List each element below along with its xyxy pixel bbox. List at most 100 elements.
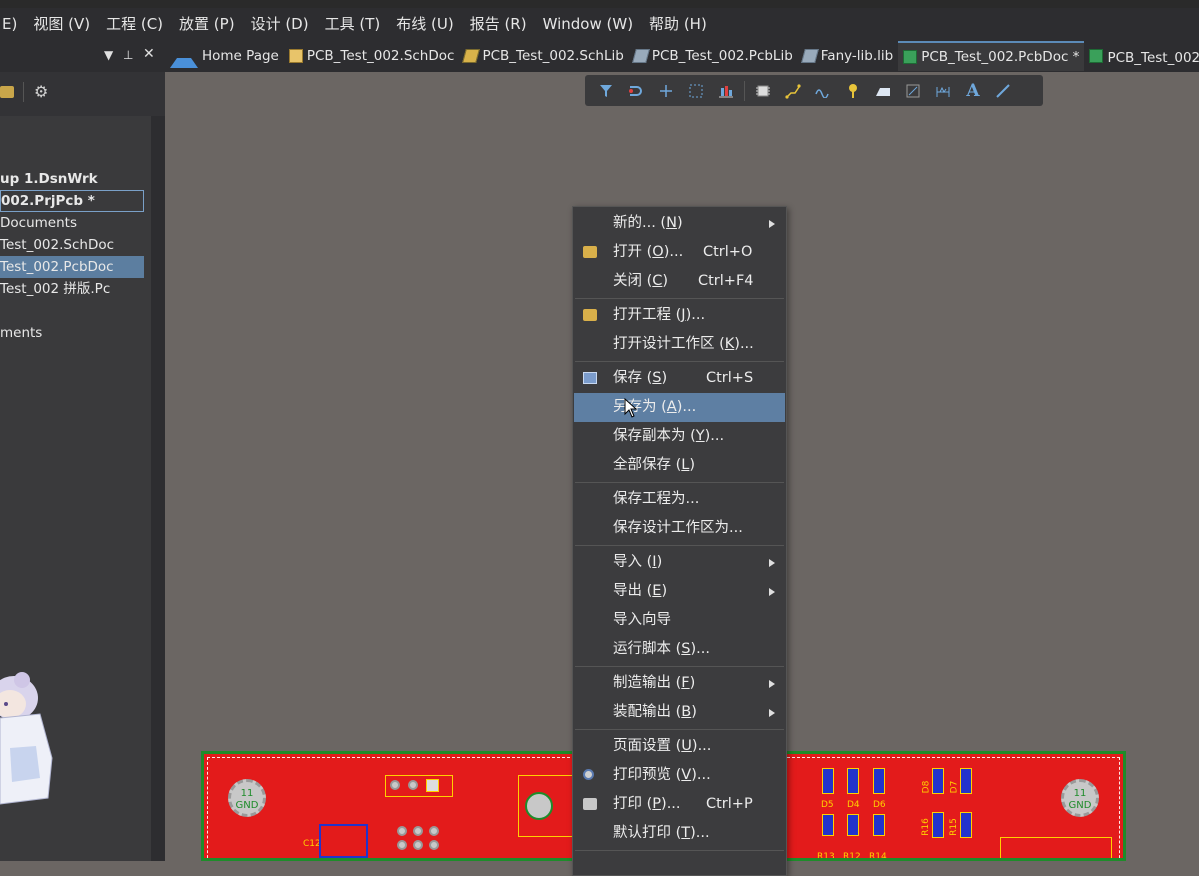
menu-item-save-project-as[interactable]: 保存工程为... bbox=[574, 485, 785, 514]
label-r12: R12 bbox=[843, 852, 861, 861]
tab-label: Fany-lib.lib bbox=[820, 48, 894, 64]
panel-scrollbar[interactable] bbox=[151, 116, 165, 861]
menu-item-default-print[interactable]: 默认打印 (T)... bbox=[574, 819, 785, 848]
menu-item-open[interactable]: 打开 (O)... Ctrl+O bbox=[574, 238, 785, 267]
menu-item-save-copy-as[interactable]: 保存副本为 (Y)... bbox=[574, 422, 785, 451]
menu-separator bbox=[575, 361, 784, 362]
tab-schlib[interactable]: PCB_Test_002.SchLib bbox=[459, 41, 628, 71]
menu-item-open-project[interactable]: 打开工程 (J)... bbox=[574, 301, 785, 330]
tab-home-page[interactable]: Home Page bbox=[165, 41, 284, 71]
tree-panel-pcbdoc[interactable]: Test_002 拼版.Pc bbox=[0, 278, 144, 300]
menu-item-assembly-outputs[interactable]: 装配输出 (B) bbox=[574, 698, 785, 727]
d4-pad bbox=[847, 768, 859, 794]
label-r13: R13 bbox=[817, 852, 835, 861]
tab-label: PCB_Test_002 拼版.PcbDoc bbox=[1107, 50, 1199, 66]
tab-label: PCB_Test_002.SchDoc bbox=[306, 48, 455, 64]
menu-item-save-as[interactable]: 另存为 (A)... bbox=[574, 393, 785, 422]
menu-design[interactable]: 设计 (D) bbox=[243, 8, 317, 40]
menu-project[interactable]: 工程 (C) bbox=[98, 8, 171, 40]
tab-panel-pcbdoc[interactable]: PCB_Test_002 拼版.PcbDoc bbox=[1084, 41, 1199, 71]
keepout-icon[interactable] bbox=[902, 80, 924, 102]
tab-pcblib[interactable]: PCB_Test_002.PcbLib bbox=[629, 41, 798, 71]
save-icon bbox=[583, 372, 597, 384]
d6-pad bbox=[873, 768, 885, 794]
pcbdoc-icon bbox=[903, 50, 918, 64]
label-r15: R15 bbox=[948, 818, 959, 836]
tab-fany-lib[interactable]: Fany-lib.lib bbox=[798, 41, 898, 71]
mascot-sticker bbox=[0, 672, 53, 805]
menu-view[interactable]: 视图 (V) bbox=[25, 8, 98, 40]
menu-help[interactable]: 帮助 (H) bbox=[641, 8, 715, 40]
gear-icon[interactable]: ⚙ bbox=[34, 82, 48, 101]
label-d6: D6 bbox=[873, 800, 886, 810]
submenu-arrow-icon bbox=[769, 680, 775, 688]
tree-pcbdoc[interactable]: Test_002.PcbDoc bbox=[0, 256, 144, 278]
menu-item-open-workspace[interactable]: 打开设计工作区 (K)... bbox=[574, 330, 785, 359]
tree-schdoc[interactable]: Test_002.SchDoc bbox=[0, 234, 144, 256]
menu-reports[interactable]: 报告 (R) bbox=[462, 8, 535, 40]
toolbar-divider bbox=[23, 82, 24, 102]
route-track-icon[interactable] bbox=[782, 80, 804, 102]
tab-label: PCB_Test_002.PcbLib bbox=[651, 48, 793, 64]
mouse-cursor-icon bbox=[624, 398, 638, 418]
component-icon[interactable] bbox=[752, 80, 774, 102]
r14-pad bbox=[873, 814, 885, 836]
menu-item-import[interactable]: 导入 (I) bbox=[574, 548, 785, 577]
dimension-icon[interactable] bbox=[932, 80, 954, 102]
tab-schdoc[interactable]: PCB_Test_002.SchDoc bbox=[284, 41, 460, 71]
active-bar-toolbar: A bbox=[585, 75, 1043, 106]
menu-item-run-script[interactable]: 运行脚本 (S)... bbox=[574, 635, 785, 664]
menu-item-save-workspace-as[interactable]: 保存设计工作区为... bbox=[574, 514, 785, 543]
via-icon[interactable] bbox=[842, 80, 864, 102]
submenu-arrow-icon bbox=[769, 220, 775, 228]
align-icon[interactable] bbox=[715, 80, 737, 102]
tab-pcbdoc-active[interactable]: PCB_Test_002.PcbDoc * bbox=[898, 41, 1085, 71]
tab-label: PCB_Test_002.SchLib bbox=[482, 48, 624, 64]
header-connector bbox=[385, 775, 453, 797]
menu-item-close[interactable]: 关闭 (C) Ctrl+F4 bbox=[574, 267, 785, 296]
interactive-route-icon[interactable] bbox=[625, 80, 647, 102]
menu-item-page-setup[interactable]: 页面设置 (U)... bbox=[574, 732, 785, 761]
crosshair-icon[interactable] bbox=[655, 80, 677, 102]
open-folder-icon bbox=[583, 246, 597, 258]
menu-item-print[interactable]: 打印 (P)... Ctrl+P bbox=[574, 790, 785, 819]
submenu-arrow-icon bbox=[769, 588, 775, 596]
menu-item-export[interactable]: 导出 (E) bbox=[574, 577, 785, 606]
label-d8: D8 bbox=[921, 780, 932, 794]
schlib-icon bbox=[462, 49, 481, 63]
menu-route[interactable]: 布线 (U) bbox=[388, 8, 461, 40]
tree-workspace[interactable]: up 1.DsnWrk bbox=[0, 168, 144, 190]
menu-file[interactable]: E) bbox=[0, 8, 25, 40]
filter-icon[interactable] bbox=[595, 80, 617, 102]
tree-project[interactable]: 002.PrjPcb * bbox=[0, 190, 144, 212]
label-d4: D4 bbox=[847, 800, 860, 810]
via-array bbox=[397, 826, 457, 858]
panel-menu-icon[interactable]: ▼ bbox=[104, 48, 113, 62]
diff-pair-icon[interactable] bbox=[812, 80, 834, 102]
menu-window[interactable]: Window (W) bbox=[535, 8, 641, 40]
pcblib-icon bbox=[631, 49, 650, 63]
d7-pad bbox=[960, 768, 972, 794]
tree-source-documents[interactable]: Documents bbox=[0, 212, 144, 234]
shortcut-ctrl-p: Ctrl+P bbox=[706, 796, 753, 812]
menu-item-new[interactable]: 新的... (N) bbox=[574, 209, 785, 238]
menu-tools[interactable]: 工具 (T) bbox=[317, 8, 389, 40]
polygon-icon[interactable] bbox=[872, 80, 894, 102]
tree-documents[interactable]: ments bbox=[0, 322, 144, 344]
d8-pad bbox=[932, 768, 944, 794]
pin-icon[interactable]: ⊥ bbox=[123, 48, 133, 62]
menu-item-print-preview[interactable]: 打印预览 (V)... bbox=[574, 761, 785, 790]
line-icon[interactable] bbox=[992, 80, 1014, 102]
close-icon[interactable]: ✕ bbox=[143, 46, 155, 62]
menu-item-import-wizard[interactable]: 导入向导 bbox=[574, 606, 785, 635]
menu-place[interactable]: 放置 (P) bbox=[171, 8, 243, 40]
menu-item-save[interactable]: 保存 (S) Ctrl+S bbox=[574, 364, 785, 393]
toolbar-divider bbox=[744, 80, 745, 101]
menu-item-save-all[interactable]: 全部保存 (L) bbox=[574, 451, 785, 480]
folder-icon[interactable] bbox=[0, 86, 14, 98]
menu-item-fabrication-outputs[interactable]: 制造输出 (F) bbox=[574, 669, 785, 698]
text-icon[interactable]: A bbox=[962, 80, 984, 102]
title-strip bbox=[0, 0, 1199, 8]
pcbdoc-icon bbox=[1089, 49, 1104, 63]
select-rect-icon[interactable] bbox=[685, 80, 707, 102]
